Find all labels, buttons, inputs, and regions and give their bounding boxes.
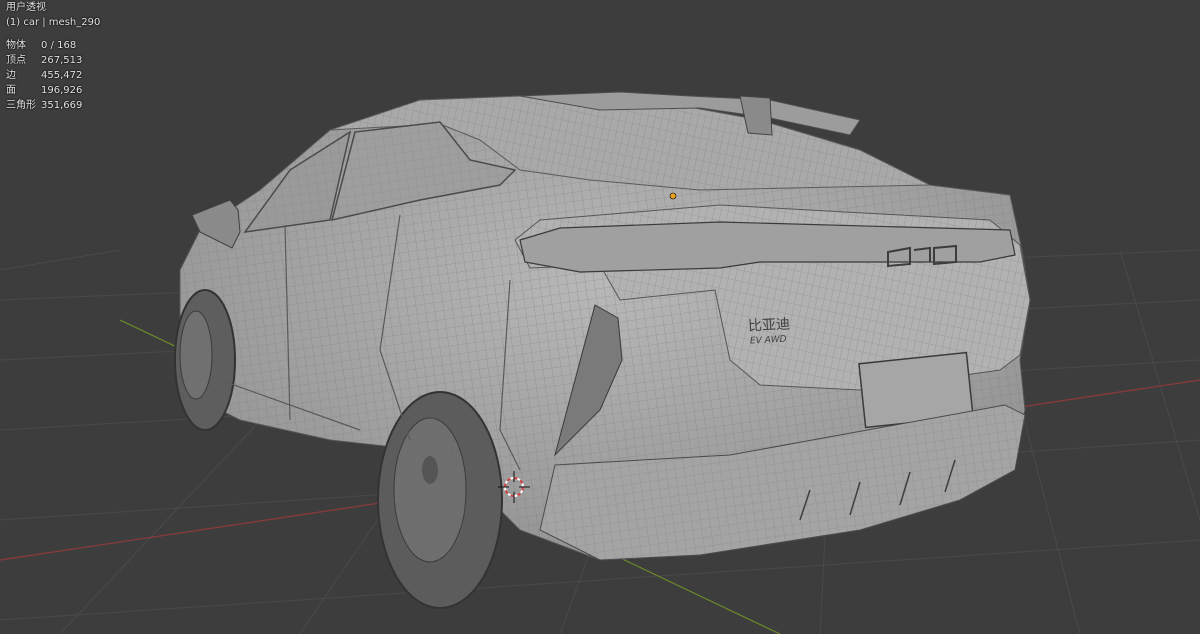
stat-value: 455,472 — [41, 70, 83, 81]
stat-row-vertices: 顶点 267,513 — [6, 53, 82, 68]
stat-value: 0 / 168 — [41, 40, 77, 51]
front-wheel — [174, 289, 236, 431]
stat-label: 顶点 — [6, 55, 26, 66]
scene-statistics: 物体 0 / 168 顶点 267,513 边 455,472 面 196,92… — [6, 38, 82, 113]
car-model: 比亚迪 EV AWD — [174, 91, 1031, 609]
stat-row-faces: 面 196,926 — [6, 83, 82, 98]
badge-text: 比亚迪 — [748, 316, 791, 334]
rear-wheel — [377, 391, 503, 609]
3d-viewport[interactable]: 比亚迪 EV AWD 用户透视 (1) car | mesh_290 物体 0 … — [0, 0, 1200, 634]
scene-canvas[interactable]: 比亚迪 EV AWD — [0, 0, 1200, 634]
object-origin — [669, 192, 677, 200]
stat-row-objects: 物体 0 / 168 — [6, 38, 82, 53]
stat-label: 边 — [6, 70, 16, 81]
stat-value: 267,513 — [41, 55, 83, 66]
stat-row-edges: 边 455,472 — [6, 68, 82, 83]
badge-subtext: EV AWD — [750, 335, 787, 347]
stat-row-triangles: 三角形 351,669 — [6, 98, 82, 113]
stat-label: 物体 — [6, 40, 26, 51]
object-info: (1) car | mesh_290 — [6, 17, 101, 28]
stat-label: 面 — [6, 85, 16, 96]
stat-label: 三角形 — [6, 100, 36, 111]
view-name: 用户透视 — [6, 2, 46, 13]
stat-value: 351,669 — [41, 100, 83, 111]
stat-value: 196,926 — [41, 85, 83, 96]
